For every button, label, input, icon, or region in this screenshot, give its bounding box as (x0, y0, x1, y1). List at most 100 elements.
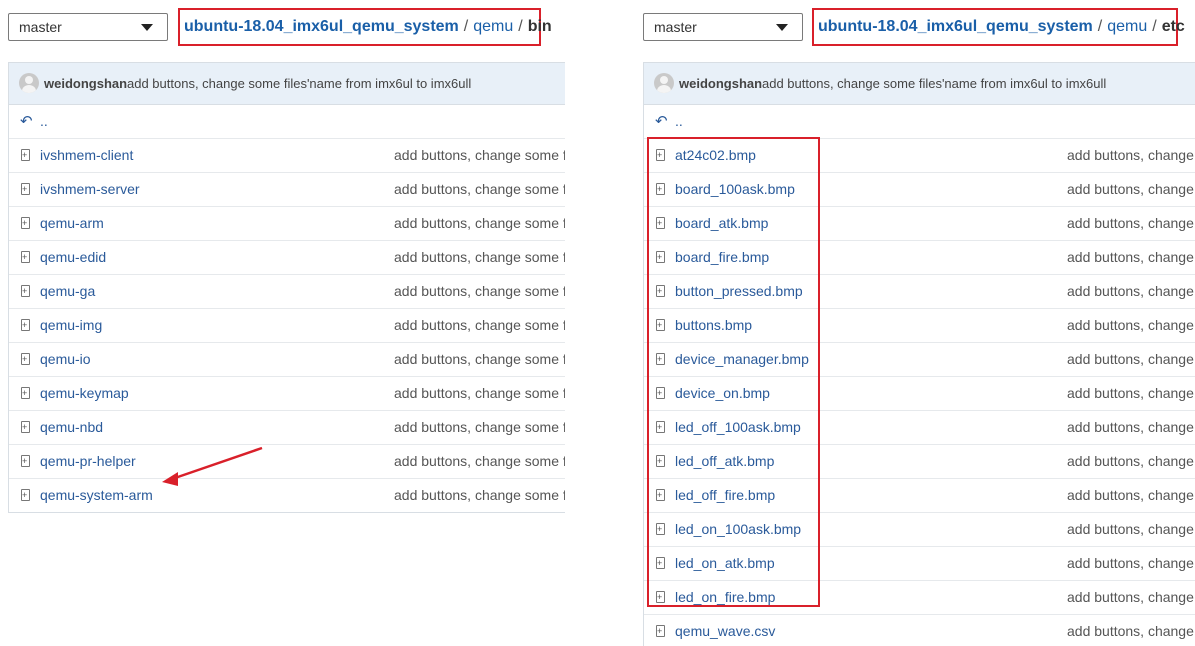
file-icon (21, 207, 30, 240)
commit-author[interactable]: weidongshan (44, 63, 127, 104)
breadcrumb-current: etc (1161, 18, 1185, 35)
table-row: qemu-nbd add buttons, change some f (9, 411, 565, 445)
file-link[interactable]: qemu-nbd (40, 411, 103, 444)
commit-message[interactable]: add buttons, change (1067, 547, 1194, 580)
breadcrumb-separator: / (518, 18, 523, 35)
commit-message[interactable]: add buttons, change (1067, 173, 1194, 206)
breadcrumb: ubuntu-18.04_imx6ul_qemu_system / qemu / bin (178, 8, 552, 46)
file-link[interactable]: qemu-io (40, 343, 91, 376)
commit-message[interactable]: add buttons, change (1067, 479, 1194, 512)
branch-selector[interactable]: master (8, 13, 168, 41)
file-icon (656, 513, 665, 546)
file-link[interactable]: qemu-arm (40, 207, 104, 240)
chevron-down-icon (141, 24, 153, 31)
file-link[interactable]: board_atk.bmp (675, 207, 768, 240)
commit-message[interactable]: add buttons, change some f (394, 445, 565, 478)
commit-message[interactable]: add buttons, change some f (394, 241, 565, 274)
file-link[interactable]: led_off_atk.bmp (675, 445, 774, 478)
commit-message[interactable]: add buttons, change some f (394, 479, 565, 512)
commit-message[interactable]: add buttons, change (1067, 139, 1194, 172)
table-row: ivshmem-server add buttons, change some f (9, 173, 565, 207)
commit-message[interactable]: add buttons, change (1067, 513, 1194, 546)
breadcrumb: ubuntu-18.04_imx6ul_qemu_system / qemu / etc (812, 8, 1185, 46)
commit-message[interactable]: add buttons, change some f (394, 139, 565, 172)
file-icon (656, 615, 665, 646)
commit-message[interactable]: add buttons, change (1067, 241, 1194, 274)
user-avatar-icon (19, 73, 39, 93)
commit-message[interactable]: add buttons, change some files'name from… (762, 63, 1106, 104)
file-icon (21, 139, 30, 172)
commit-message[interactable]: add buttons, change some f (394, 343, 565, 376)
table-row: qemu-pr-helper add buttons, change some f (9, 445, 565, 479)
branch-label: master (654, 19, 697, 35)
file-icon (21, 445, 30, 478)
breadcrumb-root[interactable]: ubuntu-18.04_imx6ul_qemu_system (818, 18, 1093, 35)
commit-message[interactable]: add buttons, change (1067, 207, 1194, 240)
file-icon (21, 377, 30, 410)
file-link[interactable]: led_off_100ask.bmp (675, 411, 801, 444)
file-link[interactable]: qemu-edid (40, 241, 106, 274)
table-row: led_off_atk.bmp add buttons, change (644, 445, 1195, 479)
file-link[interactable]: qemu_wave.csv (675, 615, 775, 646)
commit-message[interactable]: add buttons, change (1067, 343, 1194, 376)
table-row: led_on_atk.bmp add buttons, change (644, 547, 1195, 581)
file-link[interactable]: led_off_fire.bmp (675, 479, 775, 512)
commit-message[interactable]: add buttons, change some f (394, 207, 565, 240)
file-icon (656, 411, 665, 444)
file-link[interactable]: led_on_atk.bmp (675, 547, 775, 580)
file-icon (656, 275, 665, 308)
breadcrumb-qemu[interactable]: qemu (473, 18, 513, 35)
branch-selector[interactable]: master (643, 13, 803, 41)
commit-message[interactable]: add buttons, change (1067, 615, 1194, 646)
table-row: qemu-io add buttons, change some f (9, 343, 565, 377)
file-icon (656, 445, 665, 478)
table-row: led_off_fire.bmp add buttons, change (644, 479, 1195, 513)
file-link[interactable]: board_fire.bmp (675, 241, 769, 274)
commit-message[interactable]: add buttons, change some f (394, 309, 565, 342)
parent-directory-link[interactable]: .. (675, 105, 683, 138)
file-link[interactable]: device_manager.bmp (675, 343, 809, 376)
file-link[interactable]: qemu-pr-helper (40, 445, 136, 478)
file-link[interactable]: buttons.bmp (675, 309, 752, 342)
parent-directory-row[interactable]: ↶ .. (9, 105, 565, 139)
file-table: weidongshan add buttons, change some fil… (643, 62, 1195, 646)
file-link[interactable]: qemu-ga (40, 275, 95, 308)
commit-message[interactable]: add buttons, change (1067, 581, 1194, 614)
commit-message[interactable]: add buttons, change some f (394, 275, 565, 308)
file-link[interactable]: ivshmem-client (40, 139, 133, 172)
file-link[interactable]: ivshmem-server (40, 173, 140, 206)
file-link[interactable]: board_100ask.bmp (675, 173, 795, 206)
parent-directory-row[interactable]: ↶ .. (644, 105, 1195, 139)
file-table: weidongshan add buttons, change some fil… (8, 62, 565, 513)
arrow-up-left-icon: ↶ (655, 113, 668, 130)
commit-message[interactable]: add buttons, change (1067, 445, 1194, 478)
table-row: ivshmem-client add buttons, change some f (9, 139, 565, 173)
commit-message[interactable]: add buttons, change some f (394, 411, 565, 444)
commit-message[interactable]: add buttons, change some files'name from… (127, 63, 471, 104)
commit-message[interactable]: add buttons, change (1067, 377, 1194, 410)
table-row: qemu-arm add buttons, change some f (9, 207, 565, 241)
commit-message[interactable]: add buttons, change some f (394, 173, 565, 206)
file-link[interactable]: button_pressed.bmp (675, 275, 803, 308)
commit-message[interactable]: add buttons, change some f (394, 377, 565, 410)
commit-message[interactable]: add buttons, change (1067, 411, 1194, 444)
file-link[interactable]: qemu-system-arm (40, 479, 153, 512)
breadcrumb-root[interactable]: ubuntu-18.04_imx6ul_qemu_system (184, 18, 459, 35)
breadcrumb-separator: / (463, 18, 469, 35)
file-link[interactable]: qemu-img (40, 309, 102, 342)
file-link[interactable]: qemu-keymap (40, 377, 129, 410)
breadcrumb-qemu[interactable]: qemu (1107, 18, 1147, 35)
file-icon (21, 173, 30, 206)
table-row: buttons.bmp add buttons, change (644, 309, 1195, 343)
commit-author[interactable]: weidongshan (679, 63, 762, 104)
table-row: qemu-system-arm add buttons, change some … (9, 479, 565, 512)
commit-message[interactable]: add buttons, change (1067, 309, 1194, 342)
file-icon (656, 173, 665, 206)
file-link[interactable]: device_on.bmp (675, 377, 770, 410)
file-link[interactable]: led_on_fire.bmp (675, 581, 775, 614)
parent-directory-link[interactable]: .. (40, 105, 48, 138)
latest-commit-bar: weidongshan add buttons, change some fil… (644, 63, 1195, 105)
file-link[interactable]: at24c02.bmp (675, 139, 756, 172)
commit-message[interactable]: add buttons, change (1067, 275, 1194, 308)
file-link[interactable]: led_on_100ask.bmp (675, 513, 801, 546)
